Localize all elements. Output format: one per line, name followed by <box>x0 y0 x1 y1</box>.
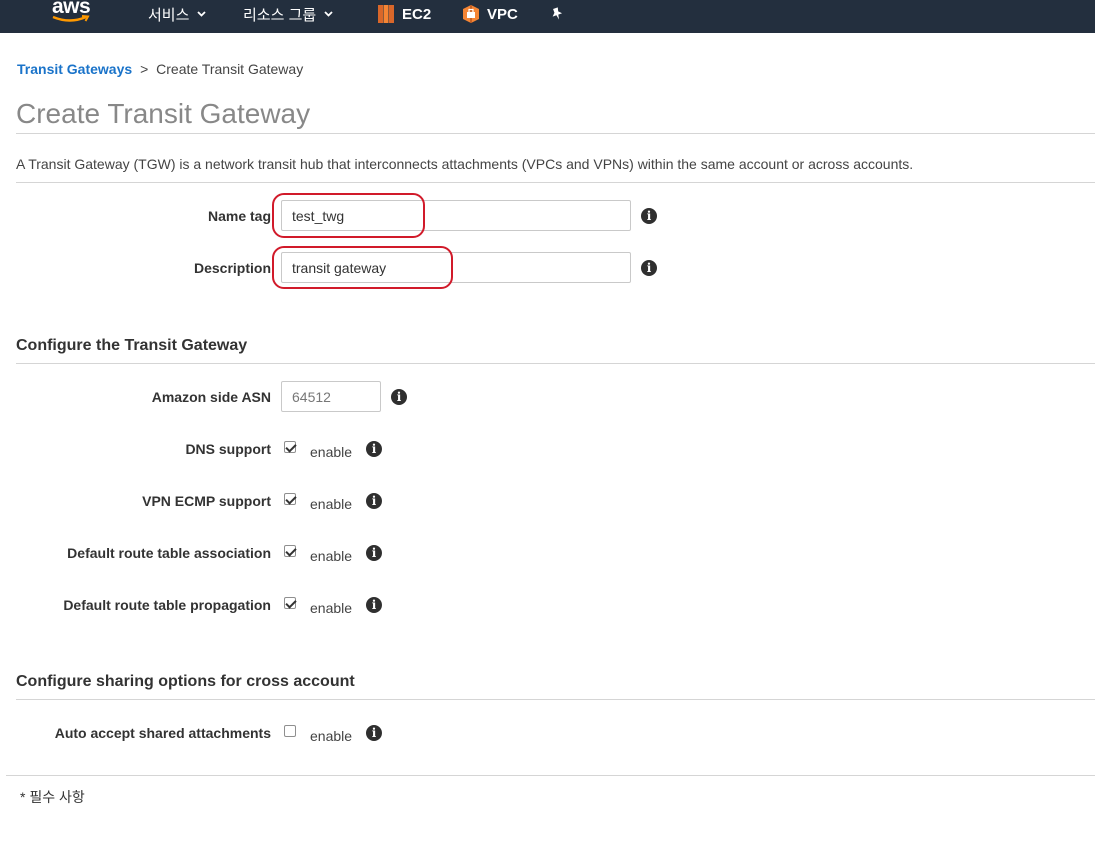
dns-support-checkbox[interactable] <box>284 441 296 453</box>
dns-support-enable-label: enable <box>310 444 353 460</box>
dns-support-label: DNS support <box>185 441 271 457</box>
ec2-shortcut-label: EC2 <box>402 5 432 23</box>
default-route-table-association-label: Default route table association <box>67 545 271 561</box>
configure-section-title: Configure the Transit Gateway <box>16 337 248 354</box>
auto-accept-shared-attachments-enable-label: enable <box>310 728 353 744</box>
resource-groups-menu-label: 리소스 그룹 <box>243 6 317 24</box>
vpn-ecmp-support-enable-label: enable <box>310 496 353 512</box>
auto-accept-shared-attachments-label: Auto accept shared attachments <box>54 725 271 741</box>
description-label: Description <box>193 260 271 276</box>
top-navigation-bar: aws 서비스 리소스 그룹 EC2 VPC <box>0 0 1095 33</box>
sharing-divider <box>16 699 1095 700</box>
default-route-table-association-checkbox[interactable] <box>284 545 296 557</box>
breadcrumb: Transit Gateways > Create Transit Gatewa… <box>17 61 303 77</box>
default-route-table-association-enable-label: enable <box>310 548 353 564</box>
description-input[interactable] <box>281 252 631 283</box>
name-tag-input[interactable] <box>281 200 631 231</box>
services-menu-label: 서비스 <box>148 6 190 24</box>
breadcrumb-transit-gateways-link[interactable]: Transit Gateways <box>17 61 132 77</box>
info-icon[interactable]: i <box>641 260 657 276</box>
services-menu[interactable]: 서비스 <box>148 0 207 28</box>
info-icon[interactable]: i <box>391 389 407 405</box>
info-icon[interactable]: i <box>366 493 382 509</box>
aws-logo[interactable]: aws <box>52 0 96 29</box>
vpn-ecmp-support-label: VPN ECMP support <box>142 493 271 509</box>
aws-smile-icon <box>52 15 90 22</box>
pin-button[interactable] <box>550 0 564 28</box>
required-fields-note: * 필수 사항 <box>20 789 85 805</box>
sharing-section-title: Configure sharing options for cross acco… <box>16 673 355 690</box>
info-icon[interactable]: i <box>641 208 657 224</box>
amazon-side-asn-input[interactable] <box>281 381 381 412</box>
info-icon[interactable]: i <box>366 545 382 561</box>
name-tag-label: Name tag <box>207 208 271 224</box>
info-icon[interactable]: i <box>366 441 382 457</box>
breadcrumb-current: Create Transit Gateway <box>156 61 304 77</box>
resource-groups-menu[interactable]: 리소스 그룹 <box>243 0 333 28</box>
amazon-side-asn-label: Amazon side ASN <box>151 389 271 405</box>
info-icon[interactable]: i <box>366 725 382 741</box>
configure-divider <box>16 363 1095 364</box>
vpc-shortcut[interactable]: VPC <box>462 0 518 28</box>
footer-divider <box>6 775 1095 776</box>
default-route-table-propagation-label: Default route table propagation <box>63 597 271 613</box>
chevron-down-icon <box>324 11 333 17</box>
default-route-table-propagation-checkbox[interactable] <box>284 597 296 609</box>
page-intro: A Transit Gateway (TGW) is a network tra… <box>16 156 914 172</box>
info-icon[interactable]: i <box>366 597 382 613</box>
default-route-table-propagation-enable-label: enable <box>310 600 353 616</box>
vpc-shortcut-label: VPC <box>487 5 518 23</box>
page-title: Create Transit Gateway <box>16 98 311 129</box>
pin-icon <box>552 7 563 20</box>
ec2-shortcut[interactable]: EC2 <box>377 0 431 28</box>
vpc-service-icon <box>463 5 479 23</box>
auto-accept-shared-attachments-checkbox[interactable] <box>284 725 296 737</box>
ec2-service-icon <box>378 5 394 23</box>
title-divider <box>16 133 1095 134</box>
intro-divider <box>16 182 1095 183</box>
chevron-down-icon <box>197 11 207 17</box>
breadcrumb-separator: > <box>140 61 149 77</box>
vpn-ecmp-support-checkbox[interactable] <box>284 493 296 505</box>
